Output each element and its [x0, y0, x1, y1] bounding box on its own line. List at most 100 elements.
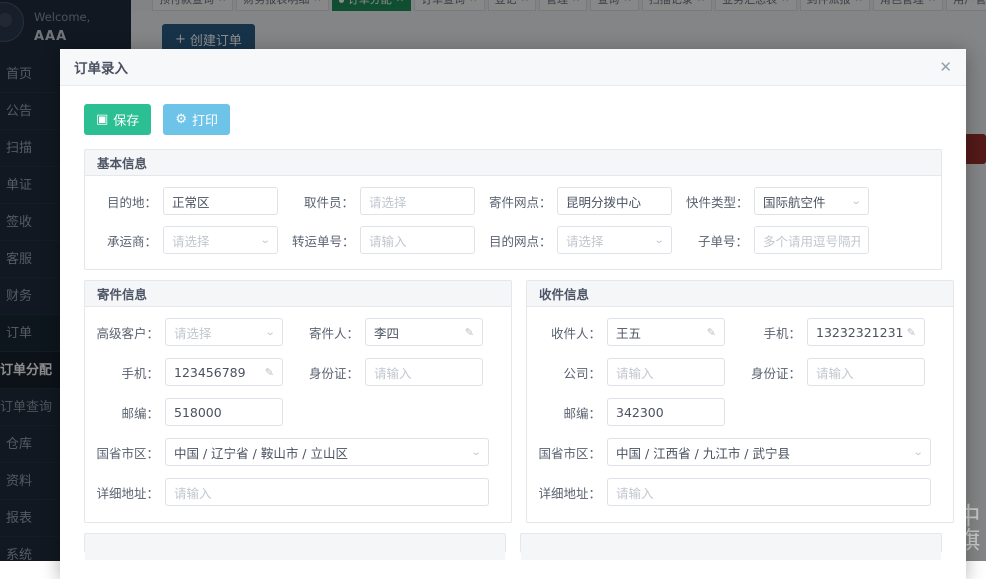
dialog-action-row: ▣保存 ⚙打印 — [84, 104, 942, 135]
sender-field-0-1: 寄件人：李四✎ — [295, 318, 483, 346]
basic-info-field-1-3-value: 多个请用逗号隔开 — [763, 231, 860, 250]
receiver-field-1-1: 身份证：请输入 — [737, 358, 925, 386]
receiver-field-0-0-label: 收件人： — [537, 323, 607, 342]
basic-info-field-0-0-value: 正常区 — [172, 192, 210, 211]
sender-field-1-1-input[interactable]: 请输入 — [365, 358, 483, 386]
sender-field-1-0-value: 123456789 — [174, 365, 246, 380]
basic-info-field-1-1-input[interactable]: 请输入 — [360, 226, 475, 254]
receiver-field-0-1-input[interactable]: 13232321231 ✎ — [807, 318, 925, 346]
sender-field-1-1-value: 请输入 — [374, 363, 412, 382]
basic-info-field-1-2: 目的网点：请选择⌄ — [489, 226, 672, 254]
sender-field-full-1: 详细地址： 请输入 — [95, 478, 489, 506]
order-entry-dialog: 订单录入 ✕ ▣保存⚙打印 基本信息 目的地：正常区取件员：请选择寄件网点：昆明… — [60, 49, 966, 579]
chevron-down-icon[interactable]: ⌄ — [470, 447, 481, 458]
receiver-field-full-1-label: 详细地址： — [537, 483, 607, 502]
basic-info-field-0-2-value: 昆明分拨中心 — [566, 192, 641, 211]
basic-info-field-0-3-select[interactable]: 国际航空件⌄ — [754, 187, 869, 215]
sender-field-1-0-input[interactable]: 123456789 ✎ — [165, 358, 283, 386]
basic-info-field-0-1-input[interactable]: 请选择 — [360, 187, 475, 215]
sender-field-full-1-input[interactable]: 请输入 — [165, 478, 489, 506]
sender-row-1: 手机： 123456789 ✎ 身份证： 请输入 — [95, 358, 501, 386]
receiver-field-1-0: 公司： 请输入 — [537, 358, 725, 386]
basic-info-field-0-1-label: 取件员： — [292, 192, 360, 211]
sender-field-2-0: 邮编：518000 — [95, 398, 283, 426]
chevron-down-icon[interactable]: ⌄ — [259, 235, 270, 246]
chevron-down-icon[interactable]: ⌄ — [653, 235, 664, 246]
receiver-row-0: 收件人：王五✎ 手机： 13232321231 ✎ — [537, 318, 943, 346]
sender-field-full-0: 国省市区： 中国 / 辽宁省 / 鞍山市 / 立山区 ⌄ — [95, 438, 489, 466]
basic-info-field-1-3-input[interactable]: 多个请用逗号隔开 — [754, 226, 869, 254]
dialog-header: 订单录入 ✕ — [60, 49, 966, 86]
sender-field-0-0-select[interactable]: 请选择⌄ — [165, 318, 283, 346]
receiver-field-1-0-value: 请输入 — [616, 363, 654, 382]
receiver-field-full-1-input[interactable]: 请输入 — [607, 478, 931, 506]
receiver-field-2-0-input[interactable]: 342300 — [607, 398, 725, 426]
close-icon[interactable]: ✕ — [939, 60, 952, 75]
pencil-icon[interactable]: ✎ — [707, 326, 716, 339]
basic-info-field-0-3-label: 快件类型： — [686, 192, 754, 211]
sender-field-0-1-value: 李四 — [374, 323, 399, 342]
print-button[interactable]: ⚙打印 — [163, 104, 230, 135]
sender-field-0-1-input[interactable]: 李四 ✎ — [365, 318, 483, 346]
basic-info-row-0: 目的地：正常区取件员： 请选择 寄件网点： 昆明分拨中心 快件类型：国际航空件⌄ — [95, 187, 931, 215]
receiver-field-1-0-label: 公司： — [537, 363, 607, 382]
basic-info-field-1-2-label: 目的网点： — [489, 231, 557, 250]
receiver-fullrow-1: 详细地址： 请输入 — [537, 478, 943, 506]
basic-info-field-0-2-input[interactable]: 昆明分拨中心 — [557, 187, 672, 215]
panel-stub-row — [84, 533, 942, 563]
receiver-field-1-1-value: 请输入 — [816, 363, 854, 382]
sender-field-2-0-input[interactable]: 518000 — [165, 398, 283, 426]
sender-field-0-0-label: 高级客户： — [95, 323, 165, 342]
basic-info-field-1-2-select[interactable]: 请选择⌄ — [557, 226, 672, 254]
receiver-field-2-0-value: 342300 — [616, 405, 664, 420]
receiver-field-0-1: 手机： 13232321231 ✎ — [737, 318, 925, 346]
panel-stub-right — [520, 533, 942, 553]
receiver-field-full-1: 详细地址： 请输入 — [537, 478, 931, 506]
receiver-field-full-0-select[interactable]: 中国 / 江西省 / 九江市 / 武宁县⌄ — [607, 438, 931, 466]
basic-info-field-1-0-value: 请选择 — [172, 231, 210, 250]
receiver-field-full-1-value: 请输入 — [616, 483, 654, 502]
receiver-field-1-0-input[interactable]: 请输入 — [607, 358, 725, 386]
sender-field-1-1-label: 身份证： — [295, 363, 365, 382]
sender-receiver-columns: 寄件信息 高级客户：请选择⌄寄件人：李四✎手机：123456789✎身份证：请输… — [84, 280, 942, 533]
receiver-row-1: 公司：请输入身份证：请输入 — [537, 358, 943, 386]
basic-info-field-1-1-label: 转运单号： — [292, 231, 360, 250]
sender-field-1-0: 手机： 123456789 ✎ — [95, 358, 283, 386]
receiver-field-0-0: 收件人：王五✎ — [537, 318, 725, 346]
sender-field-full-1-value: 请输入 — [174, 483, 212, 502]
panel-basic-info: 基本信息 目的地：正常区取件员：请选择寄件网点：昆明分拨中心快件类型：国际航空件… — [84, 149, 942, 270]
pencil-icon[interactable]: ✎ — [907, 326, 916, 339]
panel-receiver-info: 收件信息 收件人：王五✎手机：13232321231✎公司：请输入身份证：请输入… — [526, 280, 954, 523]
basic-info-field-1-1-value: 请输入 — [369, 231, 407, 250]
receiver-field-2-0-label: 邮编： — [537, 403, 607, 422]
chevron-down-icon[interactable]: ⌄ — [264, 327, 275, 338]
chevron-down-icon[interactable]: ⌄ — [912, 447, 923, 458]
sender-field-full-1-label: 详细地址： — [95, 483, 165, 502]
sender-field-full-0-label: 国省市区： — [95, 443, 165, 462]
receiver-row-2: 邮编： 342300 — [537, 398, 943, 426]
receiver-field-0-1-value: 13232321231 — [816, 325, 903, 340]
panel-receiver-info-title: 收件信息 — [527, 281, 953, 307]
sender-field-full-0-select[interactable]: 中国 / 辽宁省 / 鞍山市 / 立山区 ⌄ — [165, 438, 489, 466]
receiver-field-0-1-label: 手机： — [737, 323, 807, 342]
sender-field-1-0-label: 手机： — [95, 363, 165, 382]
receiver-field-0-0-input[interactable]: 王五✎ — [607, 318, 725, 346]
basic-info-field-0-0: 目的地：正常区 — [95, 187, 278, 215]
dialog-body: ▣保存⚙打印 基本信息 目的地：正常区取件员：请选择寄件网点：昆明分拨中心快件类… — [60, 86, 966, 579]
basic-info-field-1-0-select[interactable]: 请选择 ⌄ — [163, 226, 278, 254]
basic-info-field-0-0-input[interactable]: 正常区 — [163, 187, 278, 215]
sender-field-full-0-value: 中国 / 辽宁省 / 鞍山市 / 立山区 — [174, 443, 348, 462]
basic-info-field-1-3-label: 子单号： — [686, 231, 754, 250]
pencil-icon[interactable]: ✎ — [465, 326, 474, 339]
basic-info-field-0-1-value: 请选择 — [369, 192, 407, 211]
basic-info-field-1-3: 子单号： 多个请用逗号隔开 — [686, 226, 869, 254]
receiver-fullrow-0: 国省市区：中国 / 江西省 / 九江市 / 武宁县⌄ — [537, 438, 943, 466]
chevron-down-icon[interactable]: ⌄ — [850, 196, 861, 207]
pencil-icon[interactable]: ✎ — [265, 366, 274, 379]
save-button[interactable]: ▣保存 — [84, 104, 151, 135]
basic-info-field-0-2-label: 寄件网点： — [489, 192, 557, 211]
dialog-title: 订单录入 — [74, 57, 128, 77]
receiver-field-full-0: 国省市区：中国 / 江西省 / 九江市 / 武宁县⌄ — [537, 438, 931, 466]
receiver-field-1-1-input[interactable]: 请输入 — [807, 358, 925, 386]
basic-info-field-1-0: 承运商：请选择⌄ — [95, 226, 278, 254]
